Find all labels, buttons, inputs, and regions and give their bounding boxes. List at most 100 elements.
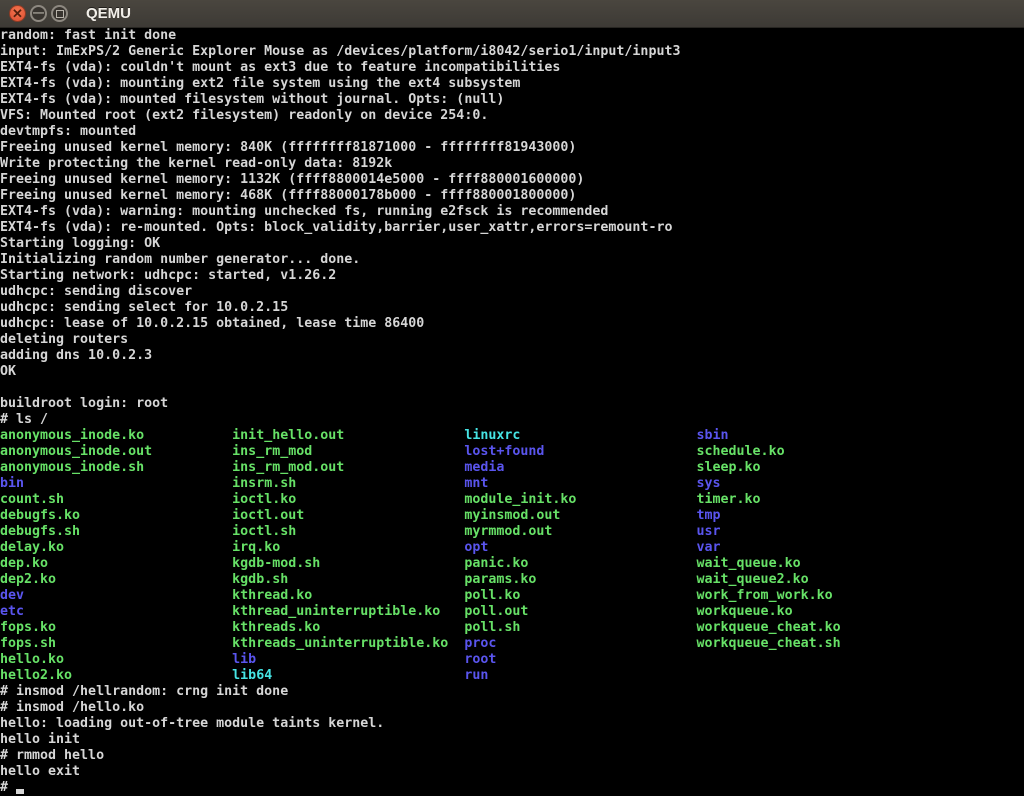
file-name: poll.out xyxy=(464,604,696,619)
file-name: dev xyxy=(0,588,232,603)
console-log-line: EXT4-fs (vda): re-mounted. Opts: block_v… xyxy=(0,220,1024,236)
file-name: work_from_work.ko xyxy=(697,588,929,603)
file-name: hello2.ko xyxy=(0,668,232,683)
titlebar: ✕ — QEMU xyxy=(0,0,1024,28)
file-name: kthread.ko xyxy=(232,588,464,603)
console-log-line: random: fast init done xyxy=(0,28,1024,44)
text-segment: EXT4-fs (vda): couldn't mount as ext3 du… xyxy=(0,60,560,75)
file-name: wait_queue.ko xyxy=(697,556,929,571)
text-segment: adding dns 10.0.2.3 xyxy=(0,348,152,363)
ls-listing-row: dep.ko kgdb-mod.sh panic.ko wait_queue.k… xyxy=(0,556,1024,572)
terminal-screen[interactable]: random: fast init doneinput: ImExPS/2 Ge… xyxy=(0,28,1024,796)
file-name: irq.ko xyxy=(232,540,464,555)
file-name: ioctl.ko xyxy=(232,492,464,507)
file-name: kthreads_uninterruptible.ko xyxy=(232,636,464,651)
console-log-line: # insmod /hellrandom: crng init done xyxy=(0,684,1024,700)
console-log-line: buildroot login: root xyxy=(0,396,1024,412)
text-segment: EXT4-fs (vda): re-mounted. Opts: block_v… xyxy=(0,220,672,235)
text-segment: Freeing unused kernel memory: 840K (ffff… xyxy=(0,140,576,155)
file-name: wait_queue2.ko xyxy=(697,572,929,587)
text-segment: hello: loading out-of-tree module taints… xyxy=(0,716,384,731)
minimize-icon: — xyxy=(33,8,44,19)
file-name: insrm.sh xyxy=(232,476,464,491)
maximize-button[interactable] xyxy=(51,5,68,22)
text-segment: # insmod /hellrandom: crng init done xyxy=(0,684,288,699)
text-segment: hello exit xyxy=(0,764,80,779)
file-name: bin xyxy=(0,476,232,491)
console-log-line: EXT4-fs (vda): warning: mounting uncheck… xyxy=(0,204,1024,220)
window-title: QEMU xyxy=(86,5,131,22)
file-name: poll.sh xyxy=(464,620,696,635)
console-log-line: udhcpc: sending discover xyxy=(0,284,1024,300)
file-name: sys xyxy=(697,476,929,491)
console-log-line: Initializing random number generator... … xyxy=(0,252,1024,268)
console-log-line: VFS: Mounted root (ext2 filesystem) read… xyxy=(0,108,1024,124)
file-name: debugfs.sh xyxy=(0,524,232,539)
text-segment: # insmod /hello.ko xyxy=(0,700,144,715)
file-name: dep2.ko xyxy=(0,572,232,587)
ls-listing-row: etc kthread_uninterruptible.ko poll.out … xyxy=(0,604,1024,620)
file-name: workqueue.ko xyxy=(697,604,929,619)
console-log-line: Starting logging: OK xyxy=(0,236,1024,252)
text-segment: Write protecting the kernel read-only da… xyxy=(0,156,392,171)
text-segment: udhcpc: lease of 10.0.2.15 obtained, lea… xyxy=(0,316,424,331)
file-name: workqueue_cheat.ko xyxy=(697,620,929,635)
ls-listing-row: count.sh ioctl.ko module_init.ko timer.k… xyxy=(0,492,1024,508)
console-log-line: udhcpc: lease of 10.0.2.15 obtained, lea… xyxy=(0,316,1024,332)
console-log-line: Freeing unused kernel memory: 840K (ffff… xyxy=(0,140,1024,156)
text-segment: EXT4-fs (vda): warning: mounting uncheck… xyxy=(0,204,608,219)
file-name: params.ko xyxy=(464,572,696,587)
ls-listing-row: bin insrm.sh mnt sys xyxy=(0,476,1024,492)
file-name: myinsmod.out xyxy=(464,508,696,523)
text-segment: hello init xyxy=(0,732,80,747)
file-name: ioctl.out xyxy=(232,508,464,523)
file-name: myrmmod.out xyxy=(464,524,696,539)
file-name: kgdb-mod.sh xyxy=(232,556,464,571)
shell-prompt: # xyxy=(0,780,16,795)
ls-listing-row: anonymous_inode.ko init_hello.out linuxr… xyxy=(0,428,1024,444)
ls-listing-row: fops.sh kthreads_uninterruptible.ko proc… xyxy=(0,636,1024,652)
console-log-line: devtmpfs: mounted xyxy=(0,124,1024,140)
console-log-line: EXT4-fs (vda): couldn't mount as ext3 du… xyxy=(0,60,1024,76)
file-name: dep.ko xyxy=(0,556,232,571)
file-name: schedule.ko xyxy=(697,444,929,459)
qemu-window: ✕ — QEMU random: fast init doneinput: Im… xyxy=(0,0,1024,796)
file-name: init_hello.out xyxy=(232,428,464,443)
file-name: panic.ko xyxy=(464,556,696,571)
ls-listing-row: dep2.ko kgdb.sh params.ko wait_queue2.ko xyxy=(0,572,1024,588)
console-log-line: OK xyxy=(0,364,1024,380)
console-log-line: # rmmod hello xyxy=(0,748,1024,764)
text-segment: EXT4-fs (vda): mounting ext2 file system… xyxy=(0,76,520,91)
close-button[interactable]: ✕ xyxy=(9,5,26,22)
file-name: kthread_uninterruptible.ko xyxy=(232,604,464,619)
console-log-line: udhcpc: sending select for 10.0.2.15 xyxy=(0,300,1024,316)
text-segment: VFS: Mounted root (ext2 filesystem) read… xyxy=(0,108,488,123)
file-name: workqueue_cheat.sh xyxy=(697,636,929,651)
file-name: anonymous_inode.out xyxy=(0,444,232,459)
ls-listing-row: delay.ko irq.ko opt var xyxy=(0,540,1024,556)
text-segment: Starting network: udhcpc: started, v1.26… xyxy=(0,268,336,283)
file-name: root xyxy=(464,652,696,667)
text-segment: # rmmod hello xyxy=(0,748,104,763)
file-name: lost+found xyxy=(464,444,696,459)
file-name: kgdb.sh xyxy=(232,572,464,587)
text-segment: devtmpfs: mounted xyxy=(0,124,136,139)
console-log-line: hello init xyxy=(0,732,1024,748)
file-name: ioctl.sh xyxy=(232,524,464,539)
file-name: kthreads.ko xyxy=(232,620,464,635)
console-log-line: EXT4-fs (vda): mounted filesystem withou… xyxy=(0,92,1024,108)
ls-listing-row: debugfs.ko ioctl.out myinsmod.out tmp xyxy=(0,508,1024,524)
file-name: debugfs.ko xyxy=(0,508,232,523)
console-log-line: # insmod /hello.ko xyxy=(0,700,1024,716)
file-name: linuxrc xyxy=(464,428,696,443)
text-segment: deleting routers xyxy=(0,332,128,347)
console-log-line: Freeing unused kernel memory: 468K (ffff… xyxy=(0,188,1024,204)
file-name: lib64 xyxy=(232,668,464,683)
ls-listing-row: fops.ko kthreads.ko poll.sh workqueue_ch… xyxy=(0,620,1024,636)
file-name: media xyxy=(464,460,696,475)
minimize-button[interactable]: — xyxy=(30,5,47,22)
file-name: module_init.ko xyxy=(464,492,696,507)
file-name: proc xyxy=(464,636,696,651)
file-name: fops.ko xyxy=(0,620,232,635)
text-segment: OK xyxy=(0,364,16,379)
